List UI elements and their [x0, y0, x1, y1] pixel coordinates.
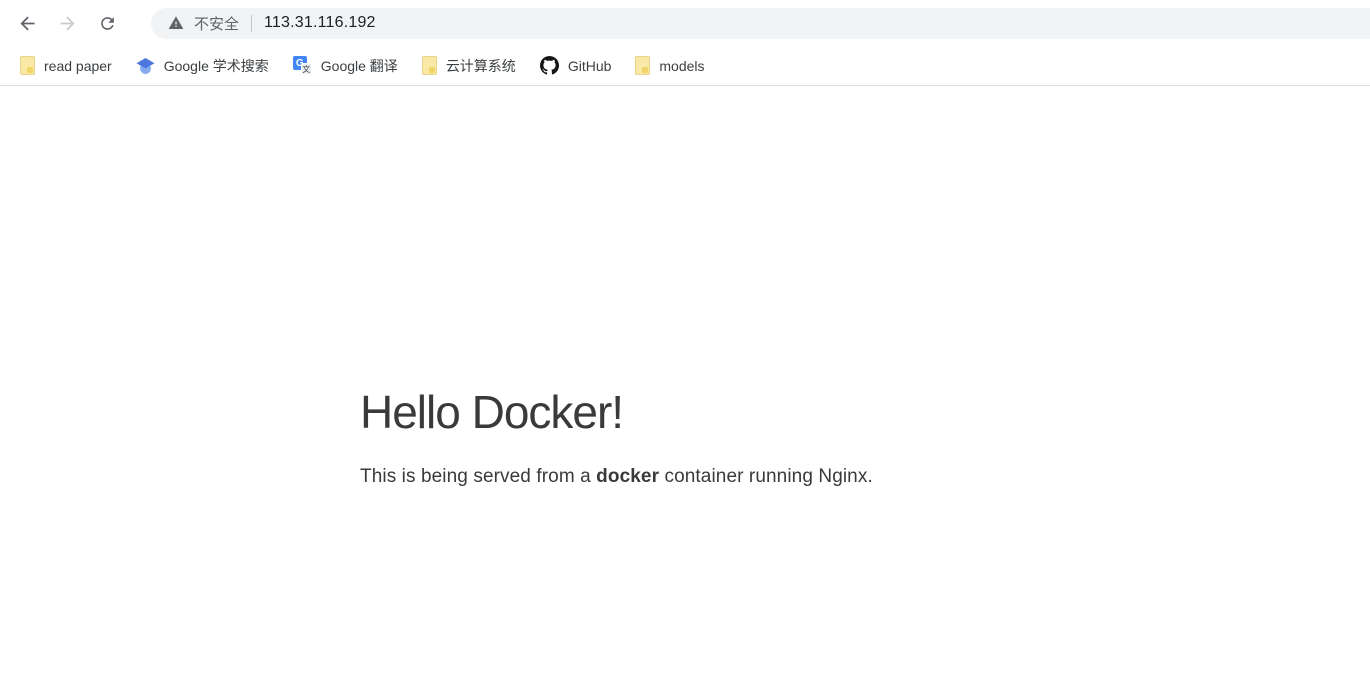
bookmark-label: models — [659, 58, 704, 74]
back-arrow-icon — [17, 13, 38, 34]
forward-arrow-icon — [57, 13, 78, 34]
page-description: This is being served from a docker conta… — [360, 466, 1370, 489]
bookmark-folder-models[interactable]: models — [635, 56, 704, 75]
browser-toolbar: 不安全 113.31.116.192 — [0, 0, 1370, 46]
description-bold-word: docker — [596, 466, 659, 487]
security-status-label: 不安全 — [194, 13, 239, 34]
bookmark-label: Google 翻译 — [321, 56, 398, 76]
translate-char-glyph: 文 — [301, 63, 312, 75]
reload-button[interactable] — [95, 11, 119, 35]
google-scholar-icon — [136, 57, 155, 75]
bookmark-google-translate[interactable]: G 文 Google 翻译 — [293, 56, 398, 76]
folder-icon — [20, 56, 35, 75]
google-translate-icon: G 文 — [293, 56, 312, 75]
description-suffix: container running Nginx. — [659, 466, 873, 487]
folder-icon — [422, 56, 437, 75]
github-icon — [540, 56, 559, 75]
web-page-content: Hello Docker! This is being served from … — [0, 86, 1370, 489]
bookmark-label: GitHub — [568, 58, 612, 74]
bookmark-label: 云计算系统 — [446, 56, 516, 76]
bookmark-label: Google 学术搜索 — [164, 56, 269, 76]
bookmarks-bar: read paper Google 学术搜索 G 文 Google 翻译 云计算… — [0, 46, 1370, 86]
forward-button[interactable] — [55, 11, 79, 35]
bookmark-github[interactable]: GitHub — [540, 56, 612, 75]
omnibox-separator — [251, 15, 252, 32]
address-bar[interactable]: 不安全 113.31.116.192 — [151, 8, 1370, 39]
bookmark-folder-cloud-computing[interactable]: 云计算系统 — [422, 56, 516, 76]
not-secure-warning-icon — [168, 15, 184, 31]
bookmark-google-scholar[interactable]: Google 学术搜索 — [136, 56, 269, 76]
folder-icon — [635, 56, 650, 75]
back-button[interactable] — [15, 11, 39, 35]
page-title: Hello Docker! — [360, 389, 1370, 435]
url-text: 113.31.116.192 — [264, 14, 376, 32]
description-prefix: This is being served from a — [360, 466, 596, 487]
bookmark-label: read paper — [44, 58, 112, 74]
bookmark-folder-read-paper[interactable]: read paper — [20, 56, 112, 75]
reload-icon — [98, 14, 117, 33]
